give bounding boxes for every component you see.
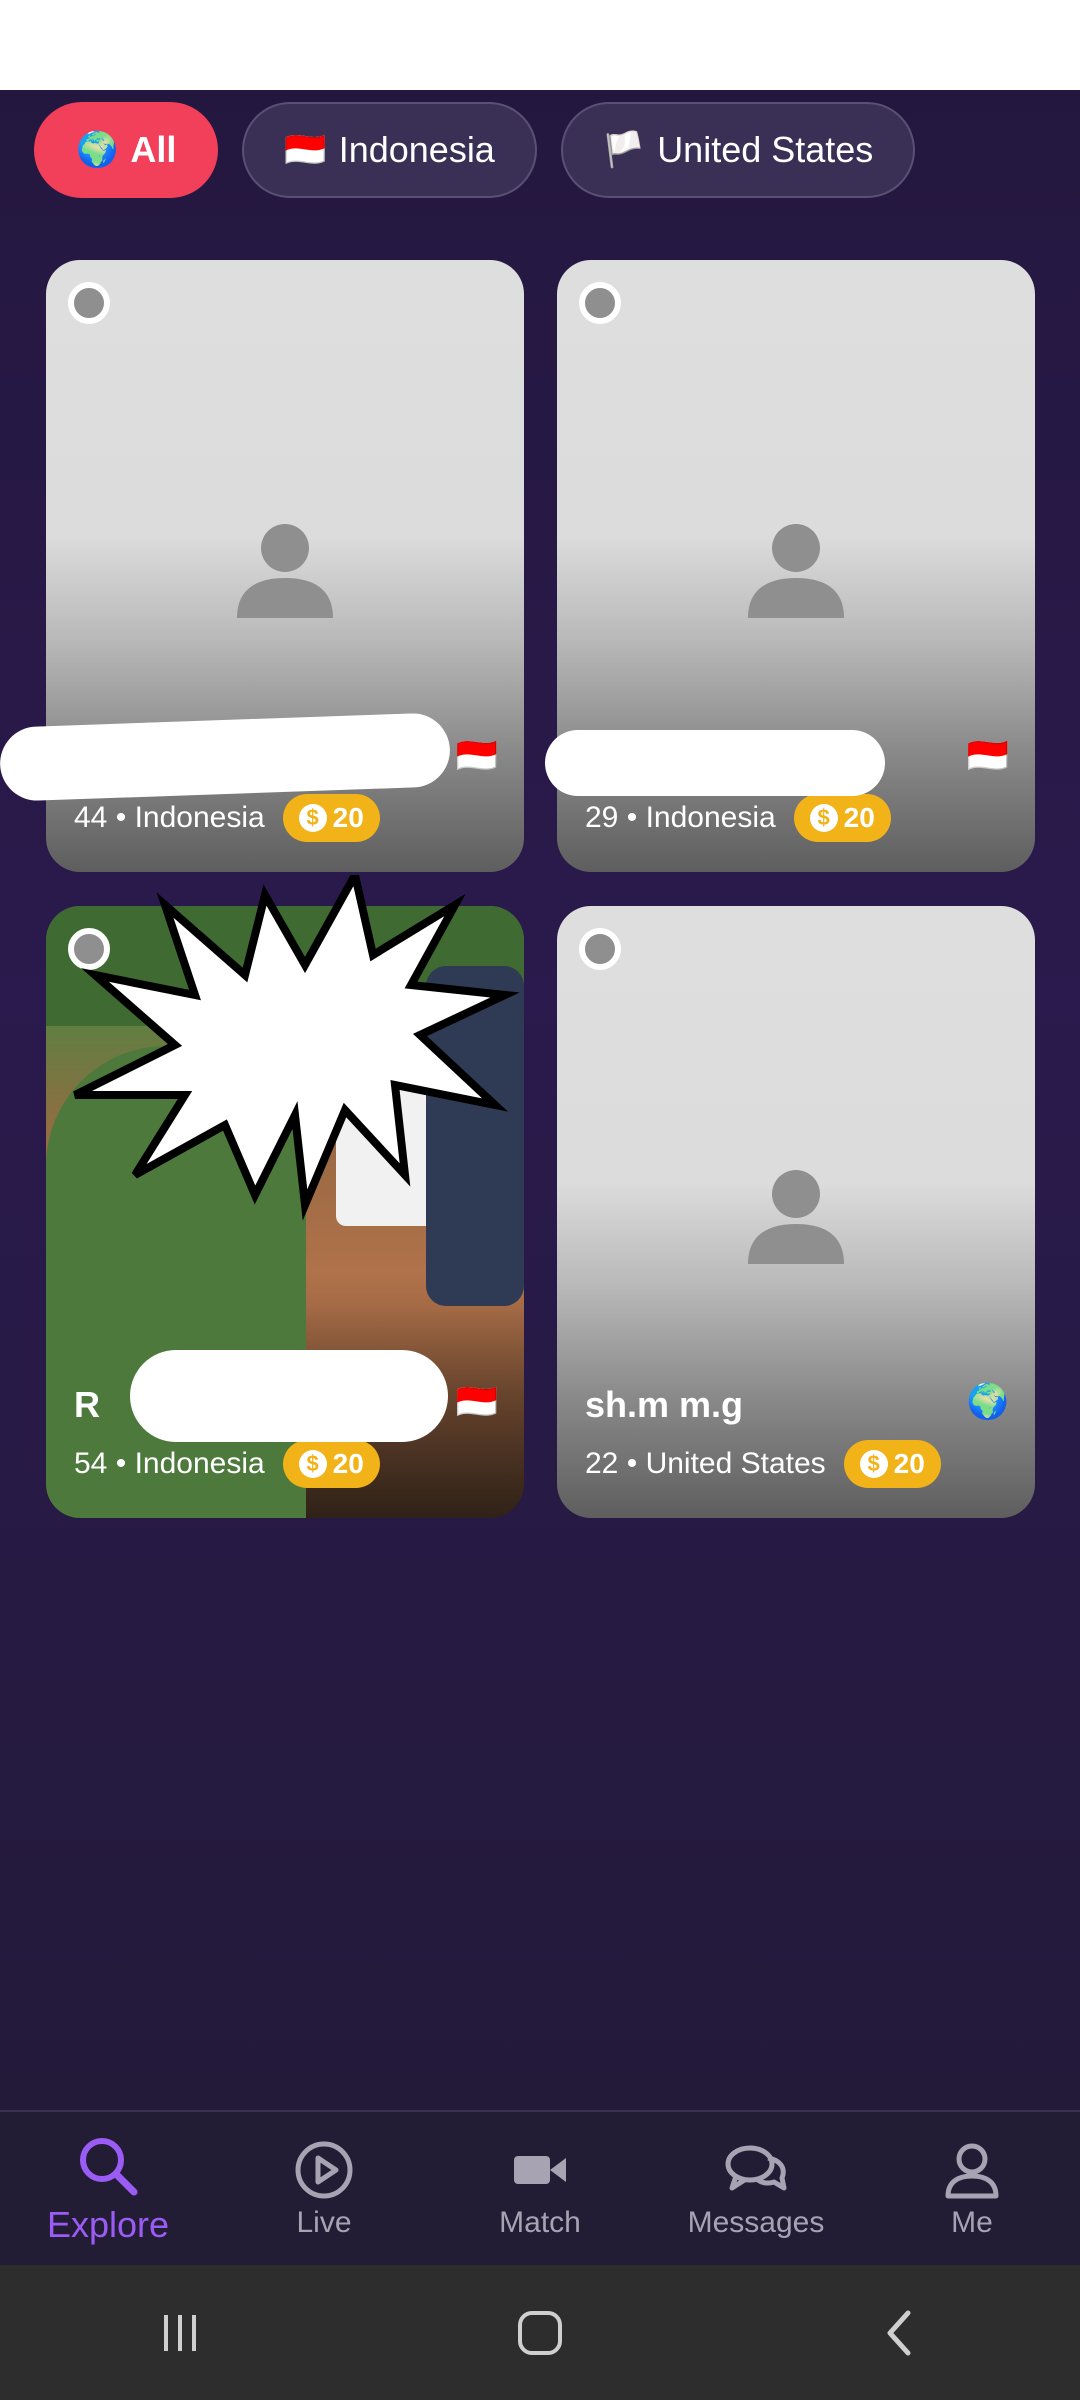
- filter-chip-united-states[interactable]: 🏳️ United States: [560, 102, 916, 198]
- filter-chip-label: All: [130, 129, 177, 170]
- country-filter-bar: 🌍 All 🇮🇩 Indonesia 🏳️ United States: [34, 102, 916, 198]
- globe-icon: 🌍: [966, 1383, 1009, 1421]
- redaction-mark: [545, 730, 885, 796]
- nav-match[interactable]: Match: [432, 2112, 648, 2267]
- profile-meta: 44 • Indonesia $ 20: [74, 794, 380, 842]
- coin-price-badge: $ 20: [282, 1440, 380, 1488]
- recent-apps-icon[interactable]: [150, 2303, 210, 2363]
- back-icon[interactable]: [870, 2303, 930, 2363]
- nav-label: Live: [296, 2205, 352, 2239]
- nav-explore[interactable]: Explore: [0, 2112, 216, 2267]
- coin-price-badge: $ 20: [793, 794, 891, 842]
- nav-messages[interactable]: Messages: [648, 2112, 864, 2267]
- coin-icon: $: [859, 1450, 888, 1478]
- default-avatar-icon: [748, 524, 844, 618]
- nav-label: Messages: [687, 2205, 825, 2239]
- coin-icon: $: [298, 1450, 327, 1478]
- status-bar: [0, 0, 1080, 90]
- search-icon: [80, 2137, 138, 2195]
- home-icon[interactable]: [510, 2303, 570, 2363]
- profile-meta: 29 • Indonesia $ 20: [585, 794, 891, 842]
- white-flag-icon: 🏳️: [602, 131, 646, 169]
- profile-country: Indonesia: [134, 801, 265, 834]
- indonesia-flag-icon: 🇮🇩: [966, 737, 1009, 775]
- nav-label: Match: [499, 2205, 581, 2239]
- redaction-starburst: [73, 875, 520, 1221]
- filter-chip-all[interactable]: 🌍 All: [34, 102, 219, 198]
- coin-icon: $: [809, 804, 838, 832]
- select-checkbox[interactable]: [579, 282, 621, 324]
- profile-age: 54: [74, 1447, 108, 1480]
- nav-label: Explore: [46, 2203, 170, 2245]
- indonesia-flag-icon: 🇮🇩: [455, 737, 498, 775]
- profile-country: United States: [645, 1447, 826, 1480]
- profile-meta: 22 • United States $ 20: [585, 1440, 941, 1488]
- coin-price-badge: $ 20: [843, 1440, 941, 1488]
- profile-age: 44: [74, 801, 108, 834]
- select-checkbox[interactable]: [68, 282, 110, 324]
- play-icon: [295, 2141, 353, 2198]
- default-avatar-icon: [237, 524, 333, 618]
- globe-icon: 🌍: [76, 131, 119, 169]
- redaction-mark: [130, 1350, 448, 1442]
- select-checkbox[interactable]: [579, 928, 621, 970]
- filter-chip-label: United States: [657, 129, 874, 170]
- nav-live[interactable]: Live: [216, 2112, 432, 2267]
- filter-chip-label: Indonesia: [338, 129, 495, 170]
- chat-bubbles-icon: [725, 2145, 787, 2190]
- coin-icon: $: [298, 804, 327, 832]
- profile-meta: 54 • Indonesia $ 20: [74, 1440, 380, 1488]
- filter-chip-indonesia[interactable]: 🇮🇩 Indonesia: [242, 102, 537, 198]
- video-camera-icon: [514, 2155, 566, 2184]
- default-avatar-icon: [748, 1170, 844, 1264]
- nav-label: Me: [951, 2205, 993, 2239]
- profile-country: Indonesia: [134, 1447, 265, 1480]
- coin-amount: 20: [893, 1448, 925, 1479]
- coin-amount: 20: [843, 802, 875, 833]
- coin-price-badge: $ 20: [282, 794, 380, 842]
- user-icon: [945, 2143, 999, 2198]
- profile-age: 29: [585, 801, 619, 834]
- profile-age: 22: [585, 1447, 619, 1480]
- profile-country: Indonesia: [645, 801, 776, 834]
- nav-me[interactable]: Me: [864, 2112, 1080, 2267]
- explore-content: 🌍 All 🇮🇩 Indonesia 🏳️ United States 🇮🇩 4…: [0, 90, 1080, 2110]
- profile-card[interactable]: sh.m m.g 🌍 22 • United States $ 20: [557, 906, 1035, 1518]
- indonesia-flag-icon: 🇮🇩: [284, 131, 327, 169]
- profile-name: sh.m m.g: [585, 1384, 744, 1425]
- coin-amount: 20: [332, 1448, 364, 1479]
- indonesia-flag-icon: 🇮🇩: [455, 1383, 498, 1421]
- redaction-mark: [0, 712, 452, 802]
- profile-name: R: [74, 1384, 100, 1425]
- coin-amount: 20: [332, 802, 364, 833]
- bottom-navigation: Explore Live Match Messages Me: [0, 2110, 1080, 2267]
- system-navigation-bar: [0, 2265, 1080, 2400]
